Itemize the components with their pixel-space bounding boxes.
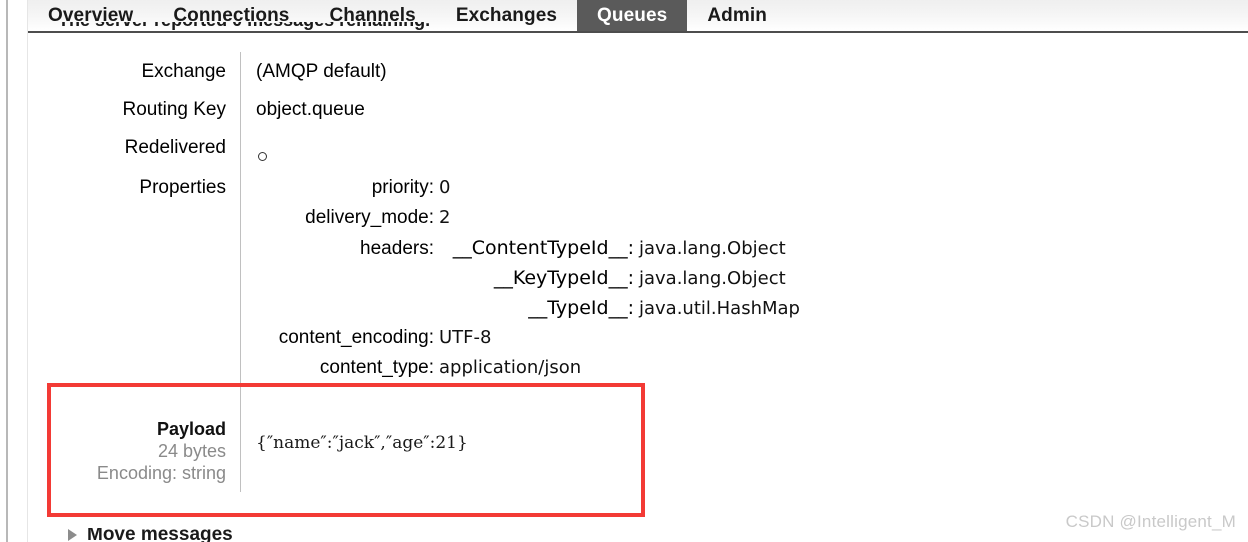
tab-exchanges[interactable]: Exchanges [436, 0, 577, 31]
detail-column-divider [240, 52, 241, 492]
detail-label-properties: Properties [139, 177, 226, 198]
detail-label-redelivered: Redelivered [124, 137, 226, 158]
circle-empty-icon [258, 152, 267, 161]
csdn-watermark: CSDN @Intelligent_M [1065, 512, 1236, 531]
property-key-priority: priority: [371, 177, 434, 198]
tab-queues-label: Queues [597, 4, 668, 26]
detail-value-routing-key: object.queue [256, 99, 365, 120]
header-value-key-type-id: java.lang.Object [639, 268, 786, 289]
header-value-content-type-id: java.lang.Object [639, 238, 786, 259]
tab-queues[interactable]: Queues [577, 0, 688, 31]
property-value-priority: 0 [439, 177, 451, 198]
property-value-content-encoding: UTF-8 [439, 327, 492, 348]
property-row-content-type: content_type: application/json [256, 357, 800, 387]
property-key-content-encoding: content_encoding: [278, 327, 434, 348]
detail-value-exchange: (AMQP default) [256, 61, 387, 82]
payload-size: 24 bytes [157, 441, 226, 461]
payload-label-block: Payload 24 bytes Encoding: string [0, 418, 226, 484]
move-messages-section[interactable]: Move messages [68, 528, 233, 542]
payload-title: Payload [156, 419, 226, 439]
properties-table: priority: 0 delivery_mode: 2 headers: __… [256, 177, 800, 387]
property-value-content-type: application/json [439, 357, 582, 378]
tab-admin[interactable]: Admin [687, 0, 787, 31]
property-row-headers-key-type-id: __KeyTypeId__: java.lang.Object [256, 267, 800, 297]
property-key-delivery-mode: delivery_mode: [305, 207, 434, 228]
property-row-content-encoding: content_encoding: UTF-8 [256, 327, 800, 357]
property-key-headers: headers: [360, 238, 434, 259]
property-row-priority: priority: 0 [256, 177, 800, 207]
property-value-delivery-mode: 2 [439, 207, 451, 228]
header-key-content-type-id: __ContentTypeId__: [452, 237, 634, 259]
tab-admin-label: Admin [707, 4, 767, 26]
detail-value-redelivered [256, 137, 267, 161]
detail-label-exchange: Exchange [141, 61, 226, 82]
property-row-headers-type-id: __TypeId__: java.util.HashMap [256, 297, 800, 327]
property-row-headers-content-type-id: headers: __ContentTypeId__: java.lang.Ob… [256, 237, 800, 267]
payload-encoding: Encoding: string [96, 463, 226, 483]
property-row-delivery-mode: delivery_mode: 2 [256, 207, 800, 237]
server-status-message-text: The server reported 0 messages remaining… [58, 22, 438, 31]
header-key-key-type-id: __KeyTypeId__: [493, 267, 634, 289]
property-key-content-type: content_type: [319, 357, 434, 378]
payload-body-text: {″name″:″jack″,″age″:21} [256, 433, 468, 453]
triangle-right-icon [68, 529, 77, 541]
tab-exchanges-label: Exchanges [455, 4, 558, 26]
server-status-message: The server reported 0 messages remaining… [58, 22, 438, 36]
header-value-type-id: java.util.HashMap [639, 298, 800, 319]
detail-label-routing-key: Routing Key [122, 99, 226, 120]
move-messages-label: Move messages [87, 528, 233, 542]
header-key-type-id: __TypeId__: [528, 297, 634, 319]
